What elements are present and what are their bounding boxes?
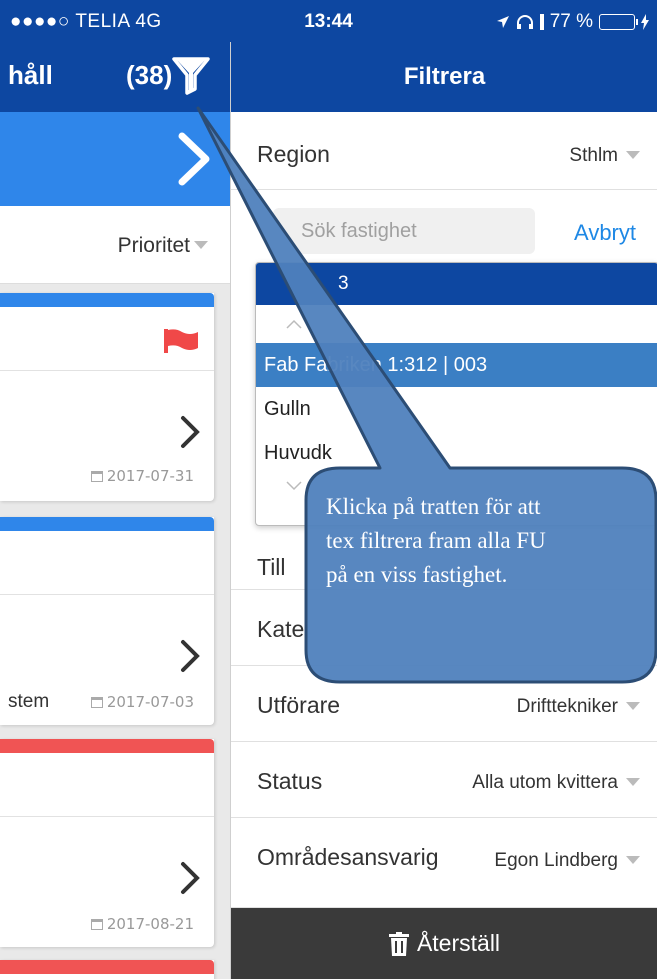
flag-icon (164, 329, 198, 353)
charging-bolt-icon (641, 14, 649, 30)
filter-title: Filtrera (231, 42, 657, 112)
category-label: Kate (257, 616, 305, 642)
card-header (0, 753, 214, 817)
status-label: Status (257, 768, 323, 794)
performer-label: Utförare (257, 692, 341, 718)
card-header (0, 531, 214, 595)
card-body: 2017-08-21 (0, 817, 214, 945)
chevron-up-icon (286, 319, 302, 329)
signal-bar-icon (539, 14, 544, 30)
caret-down-icon (626, 778, 640, 786)
status-bar: ●●●●○ TELIA 4G 13:44 77 % (0, 0, 657, 42)
priority-stripe (0, 739, 214, 753)
card-note: stem (8, 691, 50, 712)
category-selector[interactable]: Kate (231, 590, 657, 666)
priority-stripe (0, 517, 214, 531)
callout-text: Klicka på tratten för att tex filtrera f… (326, 494, 546, 587)
status-right: 77 % (496, 11, 649, 33)
dropdown-option[interactable]: Gulln (256, 387, 657, 431)
list-item[interactable]: 2017-08-21 (0, 739, 214, 947)
area-manager-selector[interactable]: Områdesansvarig Egon Lindberg (231, 818, 657, 908)
scroll-up-button[interactable] (256, 305, 657, 343)
card-header (0, 307, 214, 371)
region-label: Region (257, 141, 330, 167)
area-manager-label: Områdesansvarig (257, 844, 439, 870)
sort-label: Prioritet (117, 234, 190, 257)
chevron-right-icon (181, 416, 200, 448)
caret-down-icon (194, 241, 208, 249)
dropdown-option[interactable]: Huvudk (256, 431, 657, 475)
property-search-row: Avbryt (231, 190, 657, 260)
calendar-icon (90, 471, 103, 482)
cancel-button[interactable]: Avbryt (574, 220, 636, 246)
list-item[interactable]: 2017-07-31 (0, 293, 214, 501)
priority-stripe (0, 960, 214, 974)
card-body: stem 2017-07-03 (0, 595, 214, 723)
list-header: håll (38) (0, 42, 230, 112)
work-order-list-pane: håll (38) Prioritet 2017-07-31 stem 2017… (0, 42, 230, 979)
chevron-down-icon (286, 481, 302, 491)
due-date: 2017-08-21 (90, 915, 194, 933)
chevron-right-icon (178, 132, 210, 186)
sort-selector[interactable]: Prioritet (0, 206, 230, 284)
region-value: Sthlm (569, 145, 618, 166)
property-dropdown: 3 Fab Fabriken 1:312 | 003 Gulln Huvudk (255, 262, 657, 526)
property-search-input[interactable] (273, 208, 535, 254)
area-manager-value: Egon Lindberg (494, 850, 618, 871)
battery-percent: 77 % (549, 11, 593, 32)
reset-label: Återställ (416, 930, 501, 956)
list-item[interactable]: stem 2017-07-03 (0, 517, 214, 725)
headphones-icon (516, 15, 533, 29)
list-title: håll (8, 60, 53, 90)
reset-button[interactable]: Återställ (231, 908, 657, 979)
calendar-icon (90, 697, 103, 708)
location-icon (496, 16, 509, 28)
dropdown-option[interactable]: Fab Fabriken 1:312 | 003 (256, 343, 657, 387)
priority-stripe (0, 293, 214, 307)
performer-selector[interactable]: Utförare Drifttekniker (231, 666, 657, 742)
chevron-right-icon (181, 640, 200, 672)
due-date: 2017-07-03 (90, 693, 194, 711)
due-date: 2017-07-31 (90, 467, 194, 485)
filter-funnel-icon[interactable] (172, 56, 210, 96)
calendar-icon (90, 919, 103, 930)
performer-value: Drifttekniker (516, 696, 618, 717)
trash-icon (388, 931, 409, 956)
dropdown-header: 3 (256, 263, 657, 305)
list-count: (38) (126, 60, 173, 90)
caret-down-icon (626, 856, 640, 864)
chevron-right-icon (181, 862, 200, 894)
status-selector[interactable]: Status Alla utom kvittera (231, 742, 657, 818)
battery-icon (599, 14, 638, 30)
caret-down-icon (626, 702, 640, 710)
status-value: Alla utom kvittera (472, 772, 618, 793)
region-selector[interactable]: Region Sthlm (231, 112, 657, 190)
card-body: 2017-07-31 (0, 371, 214, 499)
list-item[interactable] (0, 960, 214, 979)
to-label: Till (257, 554, 286, 580)
selected-banner[interactable] (0, 112, 230, 206)
caret-down-icon (626, 151, 640, 159)
